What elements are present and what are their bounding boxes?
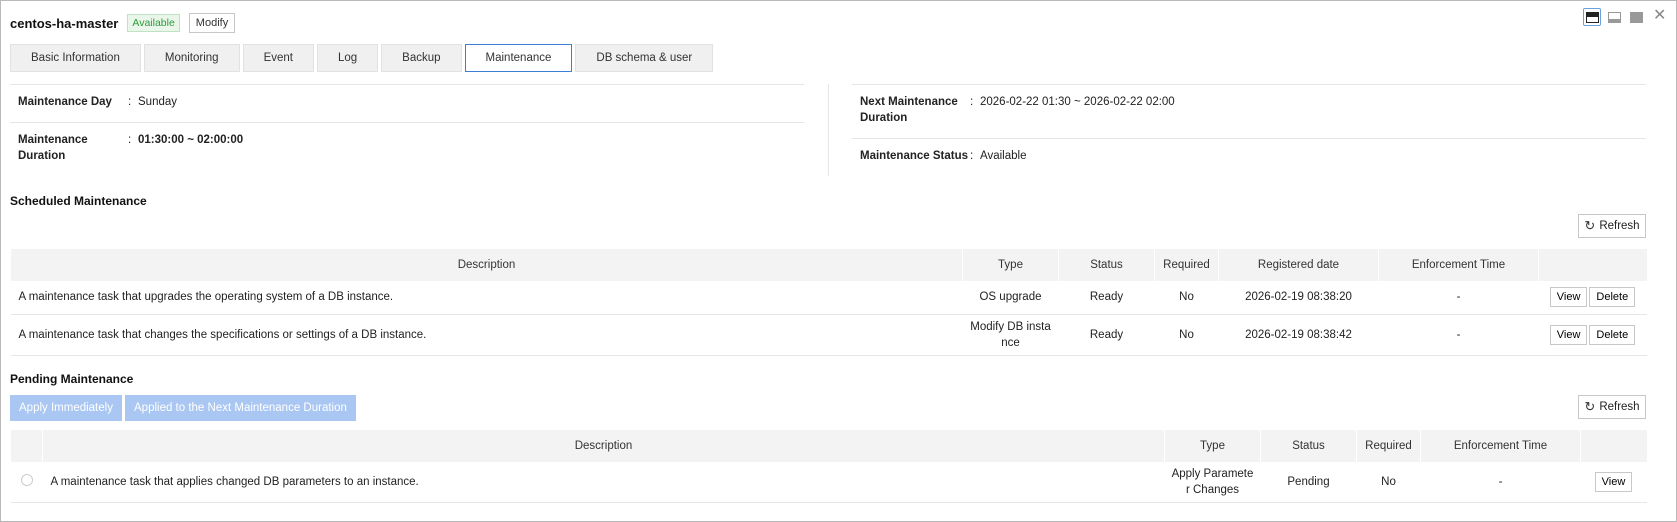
refresh-icon: ↻ bbox=[1584, 399, 1596, 414]
table-header-row: Description Type Status Required Enforce… bbox=[10, 430, 1647, 462]
tab-basic-information[interactable]: Basic Information bbox=[10, 44, 141, 72]
col-description: Description bbox=[42, 430, 1165, 462]
status-badge: Available bbox=[127, 14, 180, 32]
row-enforcement-time: - bbox=[1420, 462, 1581, 503]
table-row: A maintenance task that applies changed … bbox=[10, 462, 1647, 503]
row-actions: View bbox=[1580, 462, 1647, 503]
instance-title: centos-ha-master bbox=[10, 15, 119, 31]
scheduled-refresh-button[interactable]: ↻ Refresh bbox=[1578, 214, 1646, 238]
row-description: A maintenance task that upgrades the ope… bbox=[10, 281, 963, 315]
row-description: A maintenance task that changes the spec… bbox=[10, 314, 963, 356]
row-status: Ready bbox=[1058, 314, 1155, 356]
row-actions: View Delete bbox=[1538, 281, 1647, 315]
row-status: Ready bbox=[1058, 281, 1155, 315]
col-enforcement-time: Enforcement Time bbox=[1378, 249, 1539, 281]
row-registered-date: 2026-02-19 08:38:20 bbox=[1218, 281, 1379, 315]
pending-maintenance-table: Description Type Status Required Enforce… bbox=[10, 430, 1647, 503]
delete-button[interactable]: Delete bbox=[1589, 287, 1636, 308]
row-type: Apply Paramete r Changes bbox=[1164, 462, 1261, 503]
col-description: Description bbox=[10, 249, 963, 281]
apply-immediately-button[interactable]: Apply Immediately bbox=[10, 395, 122, 421]
refresh-icon: ↻ bbox=[1584, 218, 1596, 233]
col-actions bbox=[1538, 249, 1647, 281]
tab-log[interactable]: Log bbox=[316, 44, 379, 72]
row-required: No bbox=[1356, 462, 1421, 503]
col-registered-date: Registered date bbox=[1218, 249, 1379, 281]
row-description: A maintenance task that applies changed … bbox=[42, 462, 1165, 503]
layout-top-icon[interactable] bbox=[1583, 8, 1601, 26]
scheduled-maintenance-title: Scheduled Maintenance bbox=[10, 194, 147, 208]
col-enforcement-time: Enforcement Time bbox=[1420, 430, 1581, 462]
maintenance-status-row: Maintenance Status : Available bbox=[852, 138, 1646, 173]
pending-refresh-button[interactable]: ↻ Refresh bbox=[1578, 395, 1646, 419]
row-status: Pending bbox=[1260, 462, 1357, 503]
col-status: Status bbox=[1260, 430, 1357, 462]
maintenance-day-value: Sunday bbox=[138, 96, 178, 108]
tab-event[interactable]: Event bbox=[242, 44, 314, 72]
col-required: Required bbox=[1154, 249, 1219, 281]
tab-maintenance[interactable]: Maintenance bbox=[464, 44, 573, 72]
modify-button[interactable]: Modify bbox=[188, 13, 236, 33]
row-enforcement-time: - bbox=[1378, 314, 1539, 356]
row-type: Modify DB insta nce bbox=[962, 314, 1059, 356]
pending-maintenance-title: Pending Maintenance bbox=[10, 372, 134, 386]
header: centos-ha-master Available Modify bbox=[10, 12, 236, 34]
col-actions bbox=[1580, 430, 1647, 462]
maintenance-duration-value: 01:30:00 ~ 02:00:00 bbox=[138, 134, 244, 146]
col-type: Type bbox=[962, 249, 1059, 281]
info-divider bbox=[828, 84, 829, 176]
tab-backup[interactable]: Backup bbox=[381, 44, 462, 72]
delete-button[interactable]: Delete bbox=[1589, 324, 1636, 345]
row-select bbox=[10, 462, 43, 503]
col-status: Status bbox=[1058, 249, 1155, 281]
maintenance-info-left: Maintenance Day : Sunday Maintenance Dur… bbox=[10, 84, 804, 173]
row-required: No bbox=[1154, 314, 1219, 356]
col-required: Required bbox=[1356, 430, 1421, 462]
close-icon[interactable]: ✕ bbox=[1653, 7, 1666, 25]
table-header-row: Description Type Status Required Registe… bbox=[10, 249, 1647, 281]
apply-next-duration-button[interactable]: Applied to the Next Maintenance Duration bbox=[125, 395, 356, 421]
row-registered-date: 2026-02-19 08:38:42 bbox=[1218, 314, 1379, 356]
tab-monitoring[interactable]: Monitoring bbox=[143, 44, 240, 72]
layout-full-icon[interactable] bbox=[1627, 8, 1645, 26]
layout-bottom-icon[interactable] bbox=[1605, 8, 1623, 26]
next-maintenance-value: 2026-02-22 01:30 ~ 2026-02-22 02:00 bbox=[980, 96, 1175, 108]
maintenance-info-right: Next Maintenance Duration : 2026-02-22 0… bbox=[852, 84, 1646, 173]
row-radio[interactable] bbox=[20, 473, 33, 486]
maintenance-duration-row: Maintenance Duration : 01:30:00 ~ 02:00:… bbox=[10, 122, 804, 173]
view-button[interactable]: View bbox=[1549, 287, 1588, 308]
row-actions: View Delete bbox=[1538, 314, 1647, 356]
col-type: Type bbox=[1164, 430, 1261, 462]
row-required: No bbox=[1154, 281, 1219, 315]
row-enforcement-time: - bbox=[1378, 281, 1539, 315]
view-button[interactable]: View bbox=[1594, 472, 1633, 492]
row-type: OS upgrade bbox=[962, 281, 1059, 315]
maintenance-duration-label: Maintenance Duration bbox=[18, 134, 88, 162]
col-select bbox=[10, 430, 43, 462]
tab-db-schema-user[interactable]: DB schema & user bbox=[575, 44, 714, 72]
next-maintenance-row: Next Maintenance Duration : 2026-02-22 0… bbox=[852, 84, 1646, 138]
scheduled-maintenance-table: Description Type Status Required Registe… bbox=[10, 249, 1647, 356]
maintenance-status-label: Maintenance Status bbox=[860, 150, 968, 162]
table-row: A maintenance task that changes the spec… bbox=[10, 314, 1647, 356]
maintenance-day-label: Maintenance Day bbox=[18, 96, 112, 108]
maintenance-day-row: Maintenance Day : Sunday bbox=[10, 84, 804, 122]
tab-bar: Basic Information Monitoring Event Log B… bbox=[10, 44, 716, 72]
table-row: A maintenance task that upgrades the ope… bbox=[10, 281, 1647, 315]
maintenance-status-value: Available bbox=[980, 150, 1027, 162]
next-maintenance-label: Next Maintenance Duration bbox=[860, 96, 958, 124]
view-button[interactable]: View bbox=[1549, 324, 1588, 345]
